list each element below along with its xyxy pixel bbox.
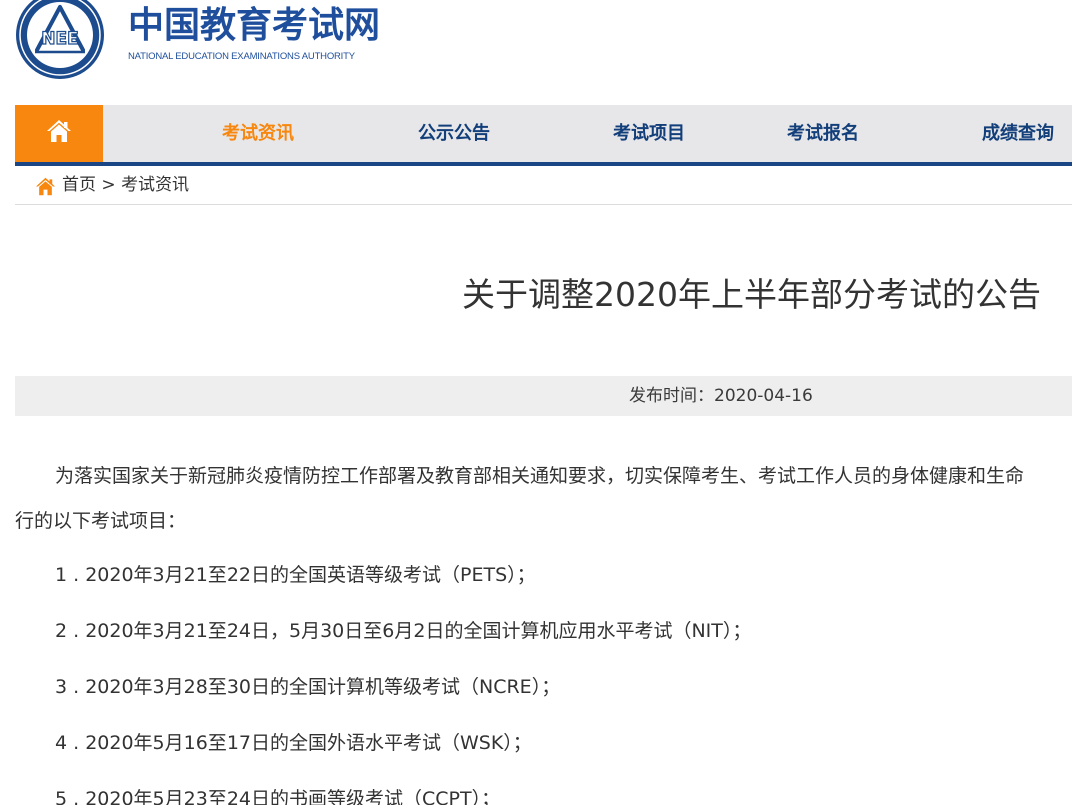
breadcrumb-current: 考试资讯 <box>121 175 190 195</box>
nav-item-announcements[interactable]: 公示公告 <box>418 105 503 162</box>
breadcrumb-divider <box>15 204 1072 205</box>
list-item: 1 . 2020年3月21至22日的全国英语等级考试（PETS）； <box>55 564 536 586</box>
publish-date: 2020-04-16 <box>714 386 813 406</box>
article-info-bar: 发布时间：2020-04-16 <box>15 376 1072 416</box>
article-intro-line-1: 为落实国家关于新冠肺炎疫情防控工作部署及教育部相关通知要求，切实保障考生、考试工… <box>55 465 1025 487</box>
article-title: 关于调整2020年上半年部分考试的公告 <box>462 275 1041 314</box>
list-item: 4 . 2020年5月16至17日的全国外语水平考试（WSK）； <box>55 732 532 754</box>
publish-label: 发布时间： <box>629 386 714 406</box>
emblem-text: NEE <box>41 29 78 49</box>
exam-list: 1 . 2020年3月21至22日的全国英语等级考试（PETS）； 2 . 20… <box>55 561 1072 805</box>
main-nav: 考试资讯 公示公告 考试项目 考试报名 成绩查询 <box>15 105 1072 162</box>
neea-emblem-logo: NEE <box>16 0 104 79</box>
site-name-en: NATIONAL EDUCATION EXAMINATIONS AUTHORIT… <box>128 51 355 62</box>
home-icon <box>36 177 55 196</box>
site-logo[interactable]: NEE 中国教育考试网 NATIONAL EDUCATION EXAMINATI… <box>15 0 395 82</box>
nav-item-score-query[interactable]: 成绩查询 <box>982 105 1067 162</box>
breadcrumb-home-link[interactable]: 首页 <box>62 175 96 195</box>
home-icon <box>47 120 71 142</box>
nav-item-exam-registration[interactable]: 考试报名 <box>787 105 872 162</box>
nav-item-exam-projects[interactable]: 考试项目 <box>613 105 698 162</box>
breadcrumb: 首页 > 考试资讯 <box>62 171 189 199</box>
nav-item-exam-news[interactable]: 考试资讯 <box>222 105 307 162</box>
list-item: 5 . 2020年5月23至24日的书画等级考试（CCPT）； <box>55 788 501 805</box>
breadcrumb-separator: > <box>101 175 116 195</box>
nav-home-button[interactable] <box>15 105 103 162</box>
publish-time: 发布时间：2020-04-16 <box>629 376 813 416</box>
nav-underline <box>15 162 1072 166</box>
article-intro-line-2: 行的以下考试项目： <box>15 510 187 532</box>
list-item: 2 . 2020年3月21至24日，5月30日至6月2日的全国计算机应用水平考试… <box>55 620 752 642</box>
list-item: 3 . 2020年3月28至30日的全国计算机等级考试（NCRE）； <box>55 676 561 698</box>
site-name-cn: 中国教育考试网 <box>128 5 381 46</box>
